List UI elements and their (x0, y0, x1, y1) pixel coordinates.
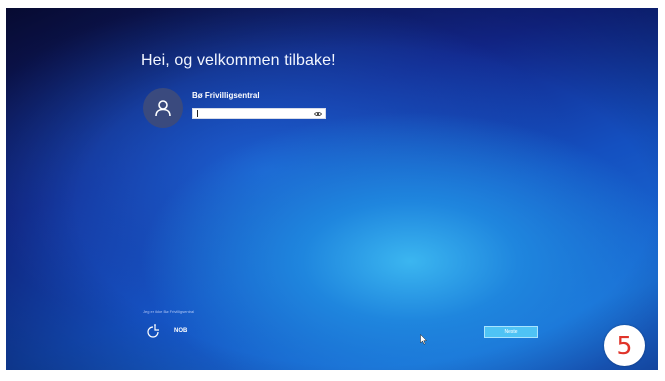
eye-icon (313, 111, 322, 116)
next-button[interactable]: Neste (484, 326, 538, 338)
ease-of-access-icon (147, 324, 159, 338)
not-this-user-link[interactable]: Jeg er ikke Bø Frivilligsentral (143, 309, 194, 314)
mouse-pointer-icon (420, 333, 428, 345)
photo-frame: Hei, og velkommen tilbake! Bø Frivilligs… (0, 0, 665, 381)
language-indicator[interactable]: NOB (174, 328, 187, 334)
password-input[interactable] (196, 109, 306, 118)
account-name: Bø Frivilligsentral (192, 91, 260, 100)
welcome-heading: Hei, og velkommen tilbake! (141, 52, 336, 69)
reveal-password-button[interactable] (313, 110, 322, 117)
ease-of-access-button[interactable] (147, 324, 163, 338)
user-icon (155, 100, 171, 117)
text-caret (197, 110, 198, 117)
password-field[interactable] (192, 108, 326, 119)
user-avatar (143, 88, 183, 128)
step-number-badge: 5 (604, 325, 645, 366)
mouse-cursor (420, 330, 428, 349)
